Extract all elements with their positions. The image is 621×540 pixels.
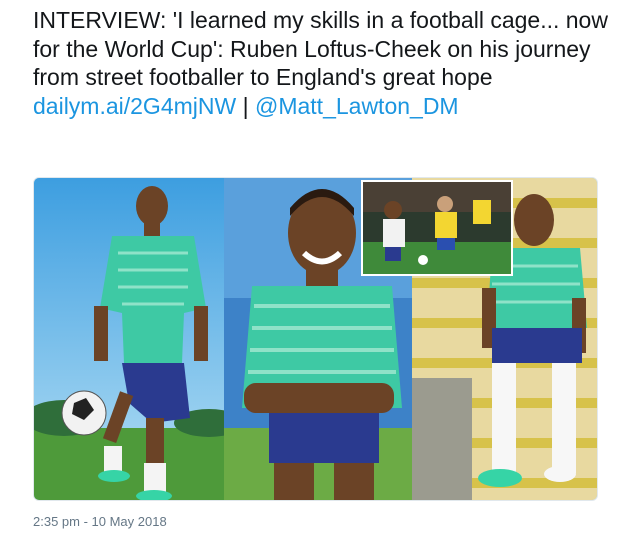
- tweet-link[interactable]: dailym.ai/2G4mjNW: [33, 93, 236, 119]
- tweet-text: INTERVIEW: 'I learned my skills in a foo…: [33, 6, 608, 120]
- tweet-image[interactable]: [33, 177, 598, 501]
- tweet-timestamp[interactable]: 2:35 pm - 10 May 2018: [33, 514, 167, 529]
- photo-inset-match-action: [361, 180, 513, 276]
- tweet-separator: |: [243, 93, 249, 119]
- tweet-body: INTERVIEW: 'I learned my skills in a foo…: [33, 7, 608, 90]
- photo-player-with-ball: [34, 178, 224, 500]
- tweet-mention[interactable]: @Matt_Lawton_DM: [255, 93, 459, 119]
